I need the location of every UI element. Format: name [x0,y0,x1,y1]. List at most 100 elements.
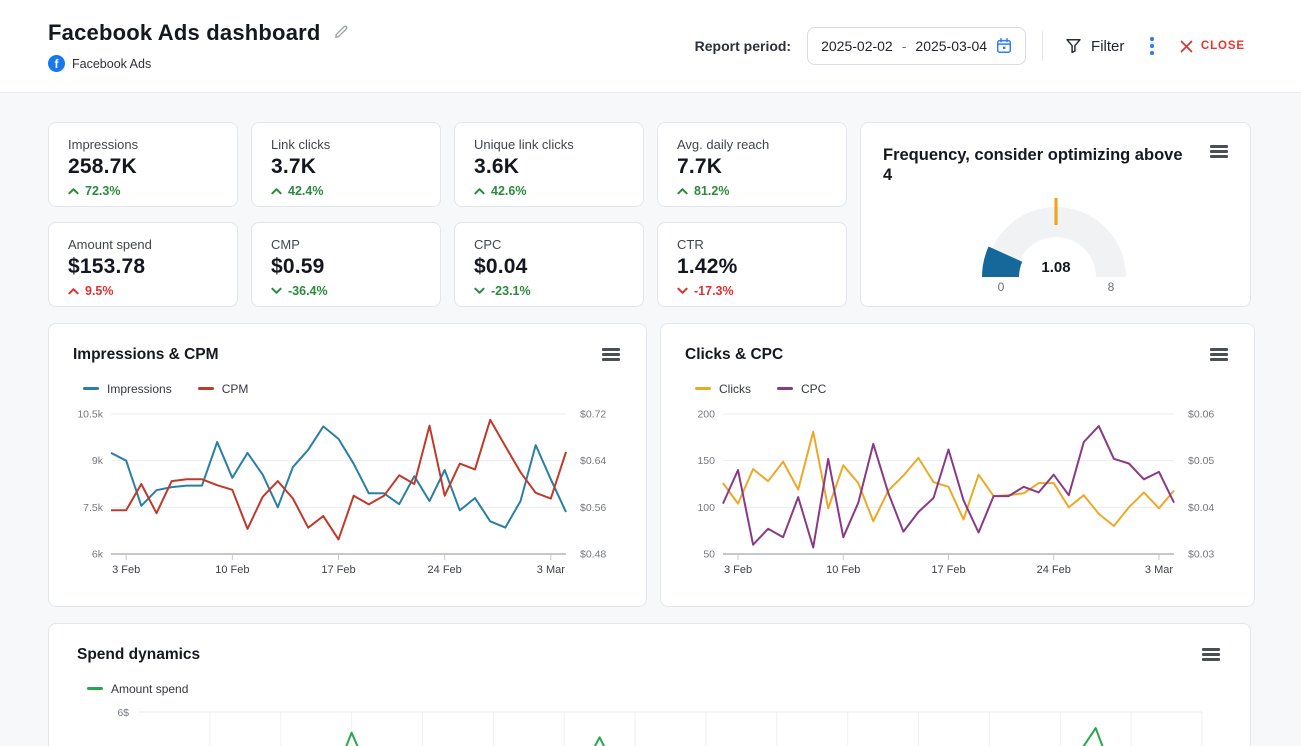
legend-item[interactable]: CPC [777,382,826,396]
data-source-label: Facebook Ads [72,57,151,71]
svg-text:10 Feb: 10 Feb [826,564,860,576]
header-left: Facebook Ads dashboard f Facebook Ads [48,20,350,72]
svg-text:24 Feb: 24 Feb [1037,564,1071,576]
kpi-delta: -23.1% [474,284,624,298]
close-label: CLOSE [1201,40,1245,52]
chart-menu-button[interactable] [1200,644,1222,665]
trend-chevron-icon [68,287,79,295]
header-right: Report period: 2025-02-02 - 2025-03-04 F… [695,27,1251,65]
kpi-delta: -36.4% [271,284,421,298]
kpi-card-avg-daily-reach: Avg. daily reach 7.7K 81.2% [657,122,847,207]
kpi-card-amount-spend: Amount spend $153.78 9.5% [48,222,238,307]
svg-text:8: 8 [1107,280,1114,294]
svg-text:17 Feb: 17 Feb [931,564,965,576]
kpi-card-impressions: Impressions 258.7K 72.3% [48,122,238,207]
kpi-delta: -17.3% [677,284,827,298]
date-from: 2025-02-02 [821,38,893,54]
chart-legend: Clicks CPC [695,382,1230,396]
filter-funnel-icon [1065,38,1082,54]
kpi-card-ctr: CTR 1.42% -17.3% [657,222,847,307]
trend-chevron-icon [271,287,282,295]
svg-text:$0.56: $0.56 [580,502,606,514]
svg-text:200: 200 [697,408,715,420]
chart-legend: Impressions CPM [83,382,622,396]
svg-text:100: 100 [697,502,715,514]
kpi-label: CMP [271,237,421,252]
spend-dynamics-line-chart[interactable]: 6$ [77,704,1222,746]
date-separator: - [902,38,907,54]
filter-label: Filter [1091,38,1124,55]
kpi-value: $153.78 [68,255,218,279]
kpi-card-cmp: CMP $0.59 -36.4% [251,222,441,307]
chart-title: Impressions & CPM [73,346,219,364]
kpi-label: CPC [474,237,624,252]
legend-item[interactable]: Impressions [83,382,172,396]
clicks-cpc-line-chart[interactable]: 200$0.06150$0.05100$0.0450$0.033 Feb10 F… [685,404,1230,584]
kpi-label: Amount spend [68,237,218,252]
svg-text:3 Mar: 3 Mar [1145,564,1173,576]
close-x-icon [1180,40,1193,53]
kpi-value: 7.7K [677,155,827,179]
trend-chevron-icon [677,287,688,295]
facebook-ads-dashboard-page: Facebook Ads dashboard f Facebook Ads Re… [0,0,1301,746]
svg-text:$0.64: $0.64 [580,455,606,467]
svg-text:$0.48: $0.48 [580,548,606,560]
svg-text:$0.04: $0.04 [1188,502,1214,514]
trend-chevron-icon [474,287,485,295]
svg-text:$0.72: $0.72 [580,408,606,420]
svg-text:6k: 6k [92,548,104,560]
impressions-cpm-chart-card: Impressions & CPM ImpressionsCPM 10.5k$0… [48,323,647,607]
chart-menu-button[interactable] [1208,141,1230,162]
kpi-label: Unique link clicks [474,137,624,152]
kpi-label: Impressions [68,137,218,152]
gauge-title: Frequency, consider optimizing above 4 [883,145,1183,185]
kpi-card-cpc: CPC $0.04 -23.1% [454,222,644,307]
frequency-gauge[interactable]: 1.0808 [946,193,1166,297]
kpi-grid: Impressions 258.7K 72.3% Link clicks 3.7… [48,122,1251,307]
header-divider [1042,31,1043,61]
svg-text:$0.06: $0.06 [1188,408,1214,420]
kpi-delta: 42.6% [474,184,624,198]
chart-menu-button[interactable] [600,344,622,365]
close-button[interactable]: CLOSE [1174,39,1251,54]
date-range-picker[interactable]: 2025-02-02 - 2025-03-04 [807,27,1026,65]
kpi-value: 258.7K [68,155,218,179]
impressions-cpm-line-chart[interactable]: 10.5k$0.729k$0.647.5k$0.566k$0.483 Feb10… [73,404,622,584]
facebook-icon: f [48,55,65,72]
svg-text:24 Feb: 24 Feb [428,564,462,576]
kpi-value: 1.42% [677,255,827,279]
chart-legend: Amount spend [87,682,1222,696]
svg-text:9k: 9k [92,455,104,467]
trend-chevron-icon [474,187,485,195]
svg-text:1.08: 1.08 [1041,259,1070,276]
kpi-value: $0.04 [474,255,624,279]
svg-text:7.5k: 7.5k [83,502,104,514]
kpi-card-unique-link-clicks: Unique link clicks 3.6K 42.6% [454,122,644,207]
kpi-card-link-clicks: Link clicks 3.7K 42.4% [251,122,441,207]
chart-title: Spend dynamics [77,646,200,664]
svg-text:3 Feb: 3 Feb [112,564,140,576]
kpi-delta: 81.2% [677,184,827,198]
trend-chevron-icon [677,187,688,195]
chart-menu-button[interactable] [1208,344,1230,365]
trend-chevron-icon [271,187,282,195]
edit-title-pencil-icon[interactable] [333,23,350,45]
kpi-delta: 9.5% [68,284,218,298]
kpi-delta: 42.4% [271,184,421,198]
legend-item[interactable]: Amount spend [87,682,188,696]
kpi-value: $0.59 [271,255,421,279]
kpi-label: Link clicks [271,137,421,152]
calendar-icon [996,38,1012,54]
trend-chevron-icon [68,187,79,195]
frequency-gauge-card: Frequency, consider optimizing above 4 1… [860,122,1251,307]
clicks-cpc-chart-card: Clicks & CPC ClicksCPC 200$0.06150$0.051… [660,323,1255,607]
page-title: Facebook Ads dashboard [48,20,321,46]
svg-text:$0.03: $0.03 [1188,548,1214,560]
legend-item[interactable]: Clicks [695,382,751,396]
chart-title: Clicks & CPC [685,346,783,364]
legend-item[interactable]: CPM [198,382,249,396]
filter-button[interactable]: Filter [1059,37,1130,56]
dashboard-body: Impressions 258.7K 72.3% Link clicks 3.7… [0,93,1301,746]
more-options-kebab-button[interactable] [1146,33,1158,59]
svg-text:3 Mar: 3 Mar [537,564,565,576]
